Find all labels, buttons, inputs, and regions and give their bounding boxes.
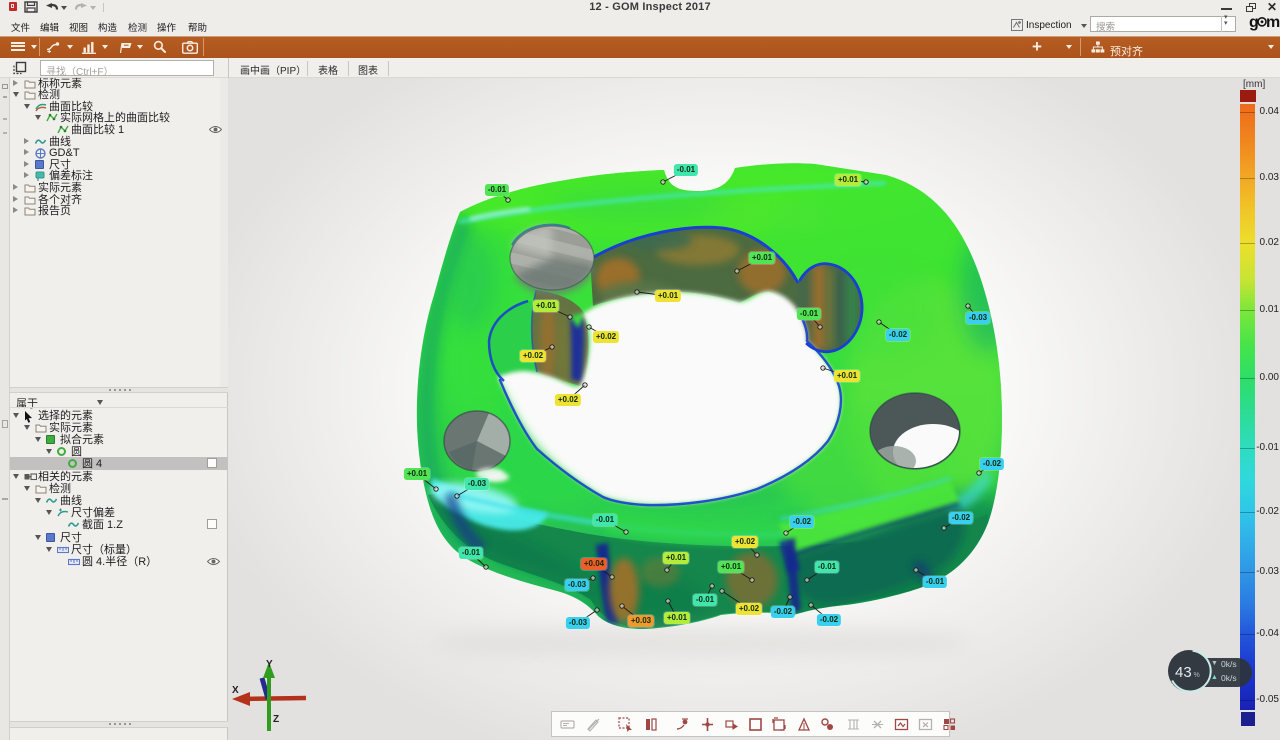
svg-text:%: % — [1194, 672, 1200, 679]
svg-text:m: m — [1266, 14, 1280, 31]
svg-text:Z: Z — [273, 714, 279, 725]
svg-text:43: 43 — [1175, 664, 1192, 681]
svg-text:Y: Y — [266, 659, 273, 670]
svg-text:X: X — [232, 685, 239, 696]
